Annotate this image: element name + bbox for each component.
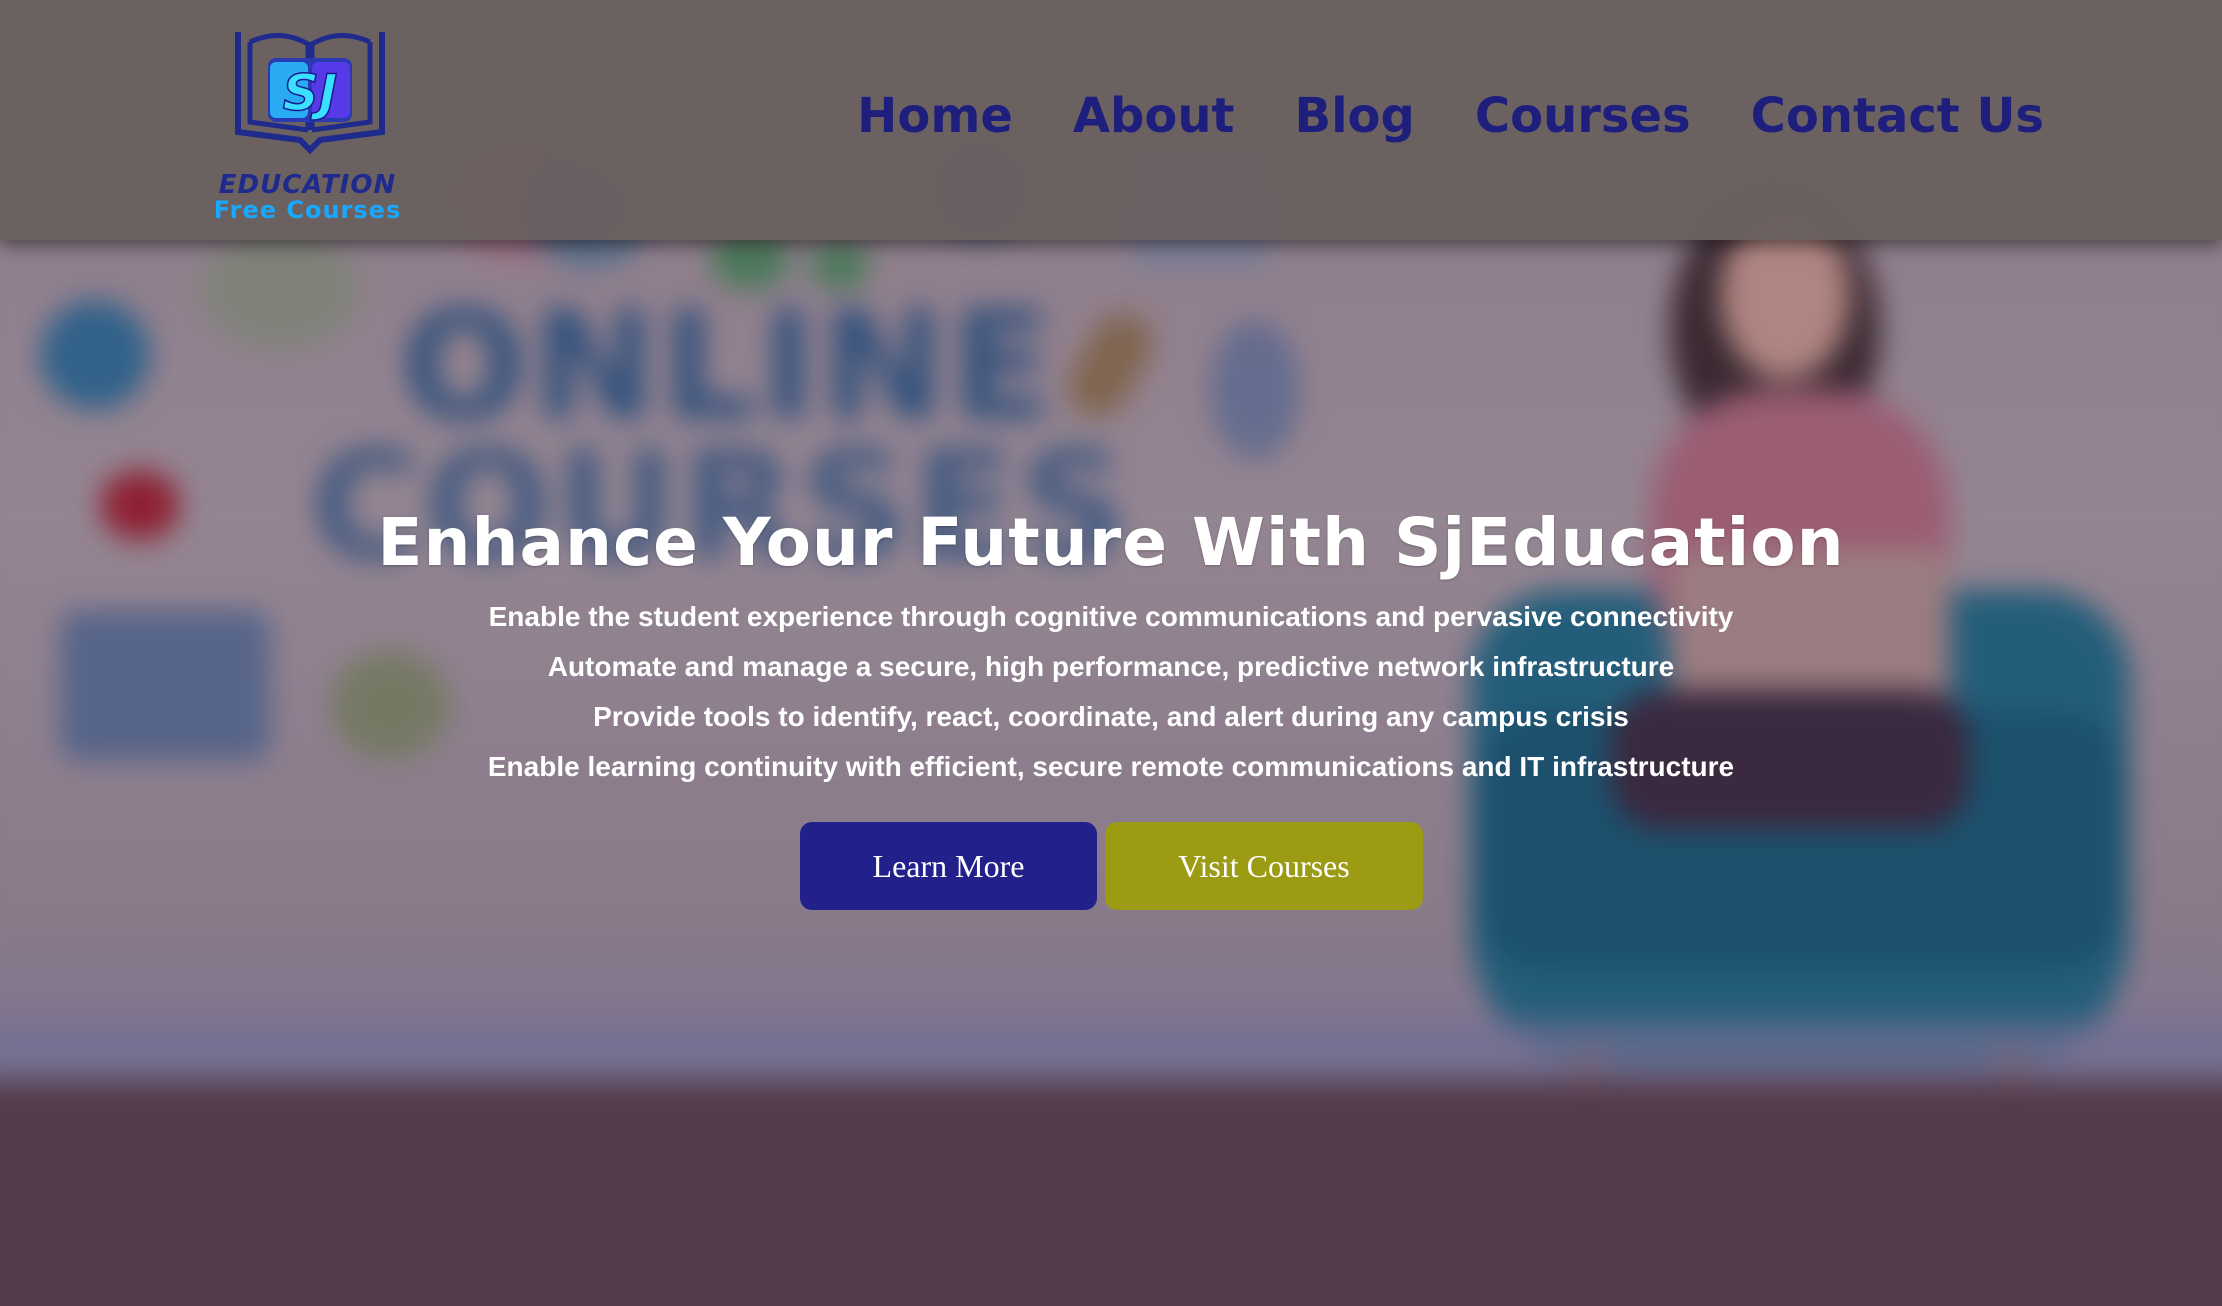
hero-section: Enhance Your Future With SjEducation Ena… [0,500,2222,792]
main-nav: Home About Blog Courses Contact Us [857,88,2044,144]
brand-tagline: Free Courses [213,196,402,224]
page: ONLINE COURSES SJ EDUCATION Free Courses… [0,0,2222,1306]
nav-contact-link[interactable]: Contact Us [1751,88,2044,144]
learn-more-button[interactable]: Learn More [800,822,1097,910]
nav-about-link[interactable]: About [1073,88,1235,144]
brand-logo[interactable]: SJ EDUCATION Free Courses [200,22,415,227]
hero-description: Enable the student experience through co… [0,592,2222,792]
visit-courses-button[interactable]: Visit Courses [1105,822,1423,910]
nav-courses-link[interactable]: Courses [1475,88,1691,144]
site-header: SJ EDUCATION Free Courses Home About Blo… [0,0,2222,240]
hero-line-4: Enable learning continuity with efficien… [487,751,1735,782]
hero-line-3: Provide tools to identify, react, coordi… [593,701,1629,732]
nav-blog-link[interactable]: Blog [1295,88,1415,144]
hero-title: Enhance Your Future With SjEducation [377,504,1845,581]
nav-home-link[interactable]: Home [857,88,1013,144]
hero-cta-group: Learn More Visit Courses [800,822,1423,910]
open-book-icon: SJ [235,32,385,155]
hero-line-1: Enable the student experience through co… [488,601,1734,632]
hero-line-2: Automate and manage a secure, high perfo… [547,651,1675,682]
brand-monogram: SJ [283,64,338,122]
